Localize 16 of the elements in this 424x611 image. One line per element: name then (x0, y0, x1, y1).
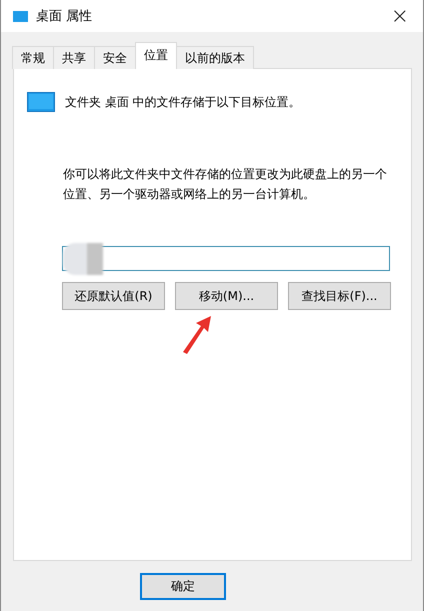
folder-icon (13, 10, 28, 22)
tab[interactable]: 共享 (53, 46, 95, 69)
tab[interactable]: 以前的版本 (176, 46, 254, 69)
tab[interactable]: 位置 (135, 42, 177, 69)
annotation-arrow (181, 314, 213, 354)
tab[interactable]: 安全 (94, 46, 136, 69)
location-header: 文件夹 桌面 中的文件存储于以下目标位置。 (65, 94, 301, 110)
action-button[interactable]: 查找目标(F)... (288, 282, 391, 310)
ok-button[interactable]: 确定 (140, 572, 226, 600)
folder-icon (27, 92, 55, 112)
description-text: 你可以将此文件夹中文件存储的位置更改为此硬盘上的另一个位置、另一个驱动器或网络上的另一台计算机。 (63, 166, 388, 203)
window-title: 桌面 属性 (36, 8, 94, 25)
action-button[interactable]: 移动(M)... (175, 282, 278, 310)
tab[interactable]: 常规 (12, 46, 54, 69)
close-button[interactable]: × (386, 4, 413, 28)
action-button[interactable]: 还原默认值(R) (62, 282, 165, 310)
